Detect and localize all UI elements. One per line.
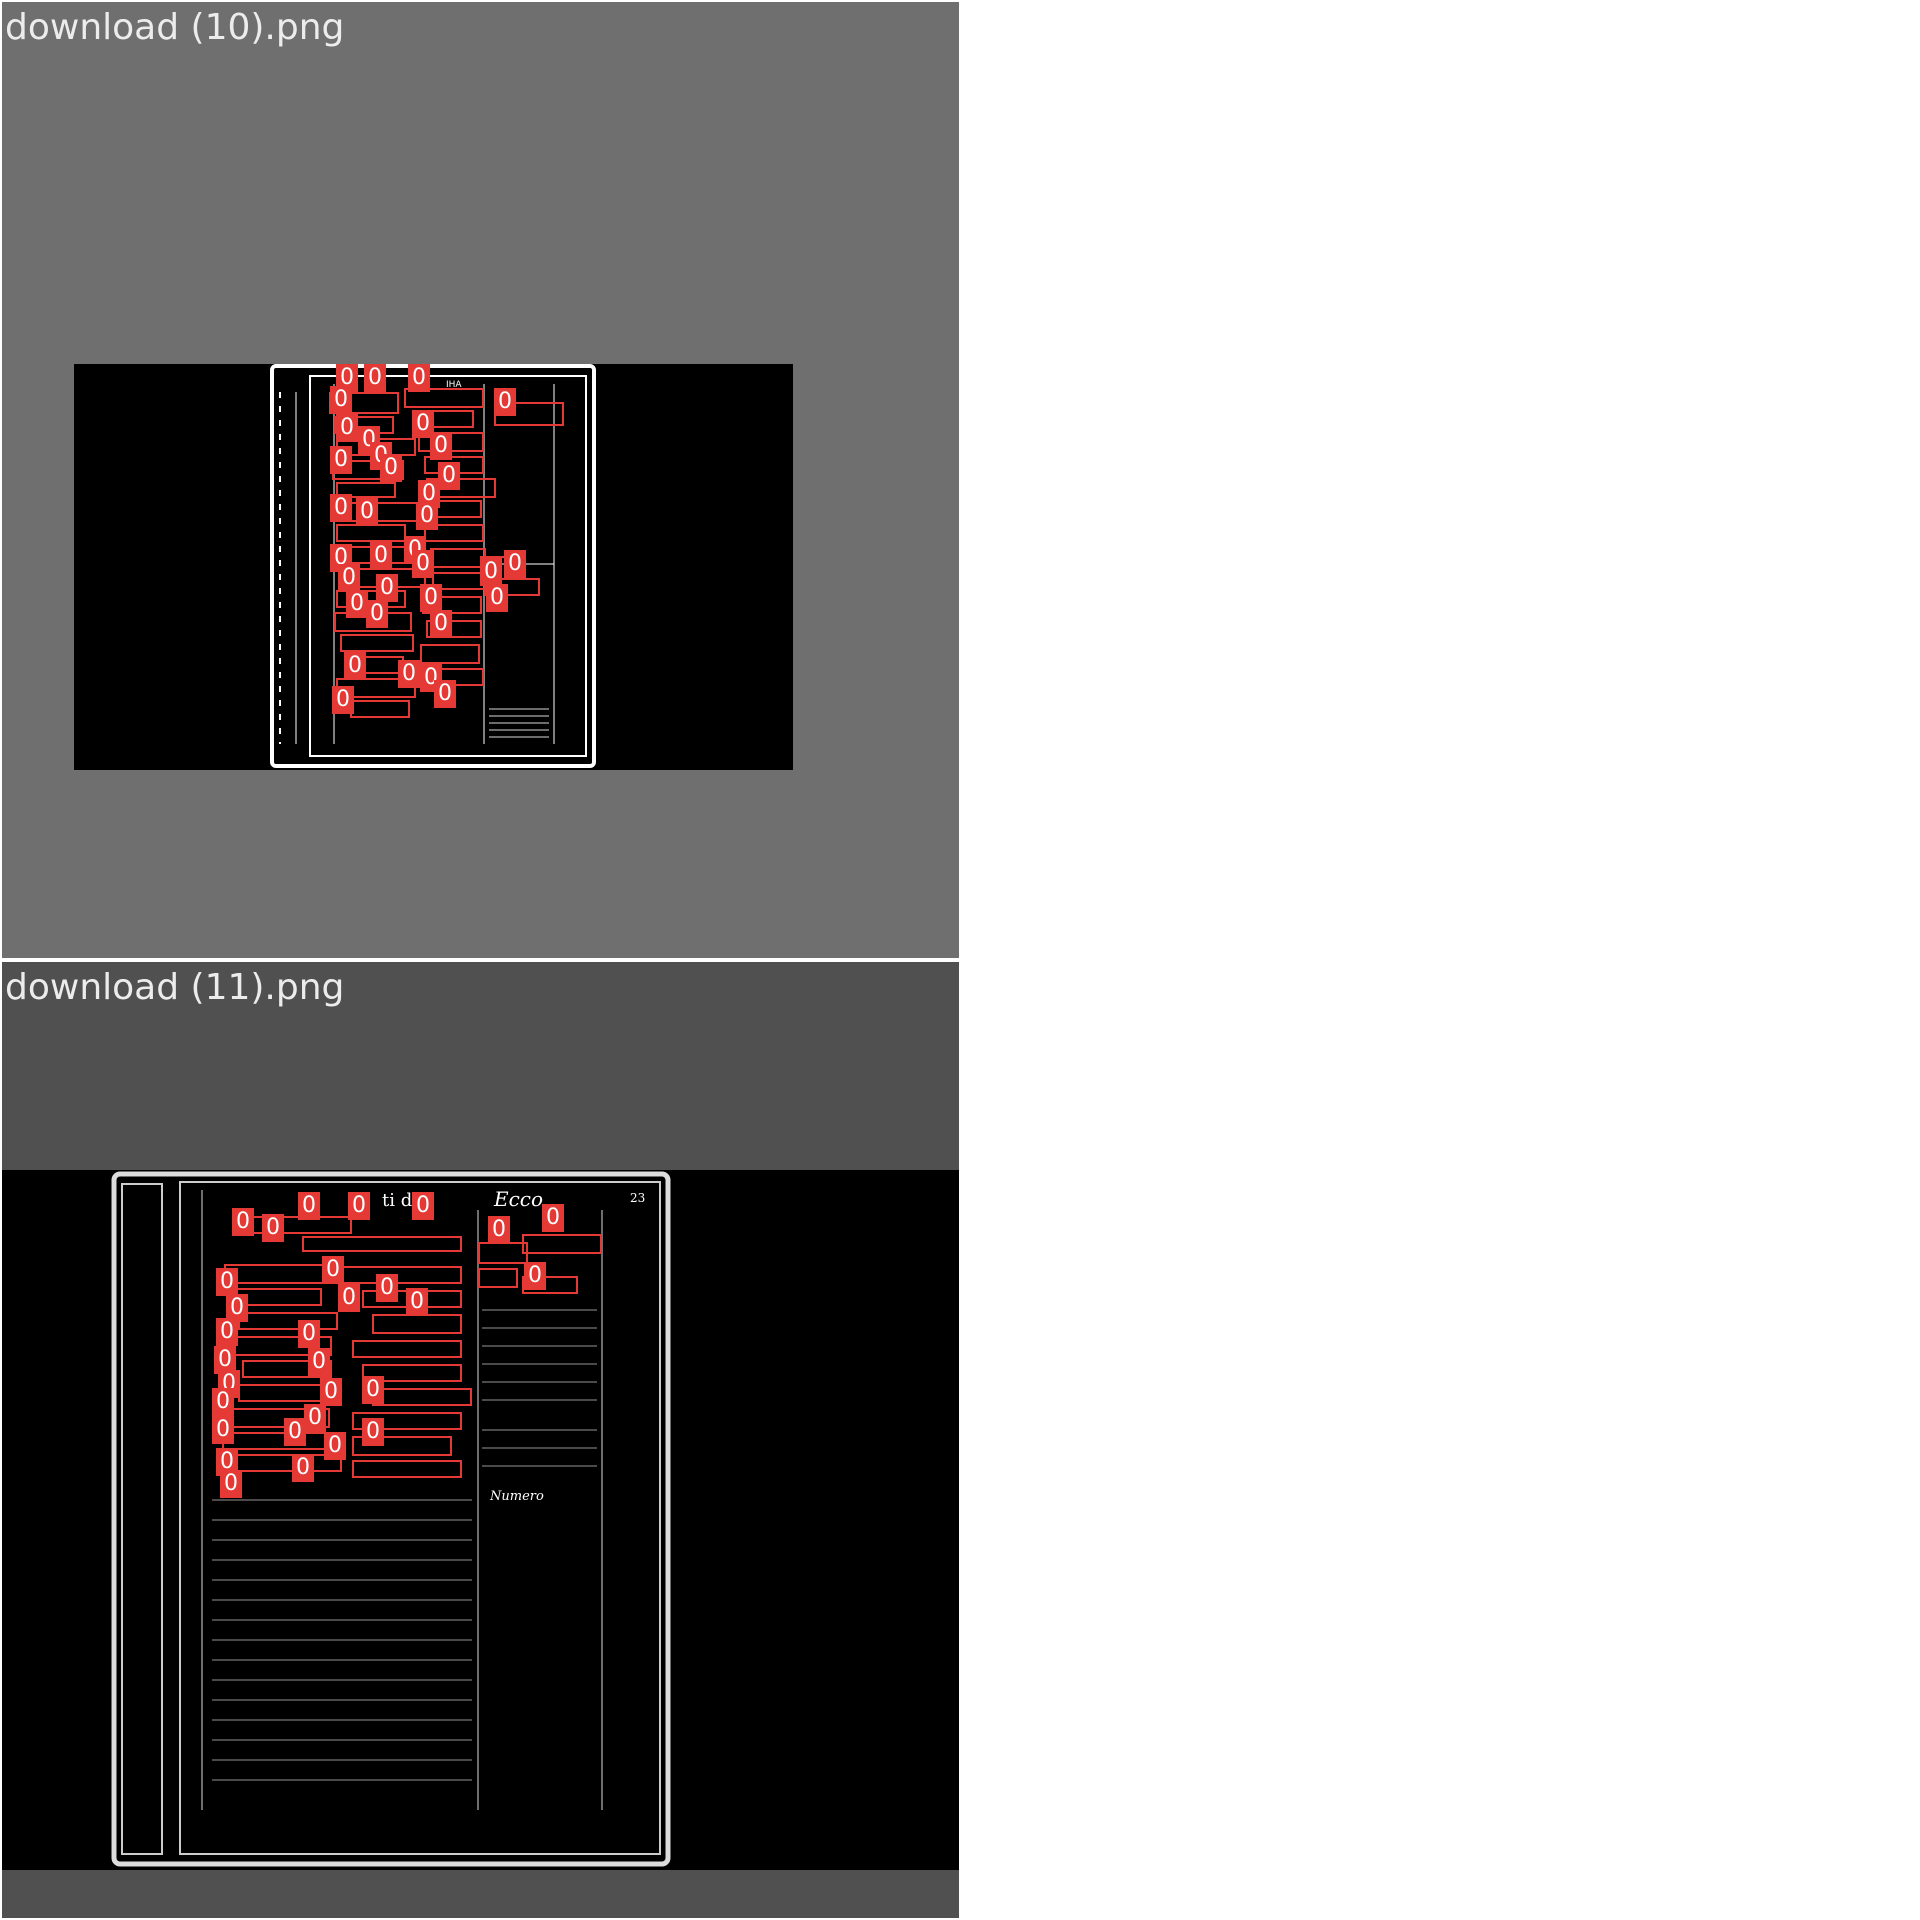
detection-box [336,524,406,542]
detection-class-label: 0 [338,564,360,592]
detection-box [420,644,480,664]
detection-class-label: 0 [488,1216,510,1244]
detection-class-label: 0 [480,558,502,586]
detection-class-label: 0 [362,1418,384,1446]
detection-class-label: 0 [504,550,526,578]
detection-class-label: 0 [284,1418,306,1446]
detection-class-label: 0 [366,600,388,628]
detection-class-label: 0 [438,462,460,490]
detection-class-label: 0 [330,386,352,414]
detection-class-label: 0 [364,364,386,392]
detection-class-label: 0 [330,494,352,522]
detection-class-label: 0 [330,446,352,474]
detection-box [238,1312,338,1330]
detection-box [302,1236,462,1252]
detection-class-label: 0 [398,660,420,688]
filename-label: download (11).png [5,967,345,1008]
detection-class-label: 0 [430,432,452,460]
detection-box [340,634,414,652]
detection-class-label: 0 [344,652,366,680]
detection-class-label: 0 [298,1320,320,1348]
detection-class-label: 0 [220,1470,242,1498]
detection-class-label: 0 [332,686,354,714]
detection-class-label: 0 [212,1416,234,1444]
detection-box [372,1388,472,1406]
detection-box [350,700,410,718]
detection-class-label: 0 [216,1268,238,1296]
detection-class-label: 0 [324,1432,346,1460]
detection-class-label: 0 [542,1204,564,1232]
detection-class-label: 0 [412,550,434,578]
image-tile-download-11[interactable]: download (11).png ti di Ecco 23 Numero 0… [2,962,959,1918]
detection-box [352,1340,462,1358]
detection-class-label: 0 [322,1256,344,1284]
detection-class-label: 0 [434,680,456,708]
detection-class-label: 0 [370,542,392,570]
detection-class-label: 0 [416,502,438,530]
detection-image: IHA 00000000000000000000000000000000000 [74,364,793,770]
detection-class-label: 0 [356,498,378,526]
detection-overlay: 000000000000000000000000000000 [2,1170,959,1870]
detection-class-label: 0 [336,414,358,442]
detection-class-label: 0 [304,1404,326,1432]
detection-class-label: 0 [524,1262,546,1290]
detection-box [478,1268,518,1288]
detection-box [430,548,486,568]
detection-class-label: 0 [338,1284,360,1312]
detection-class-label: 0 [292,1454,314,1482]
image-tile-download-10[interactable]: download (10).png IHA 000000000000000000… [2,2,959,958]
detection-box [222,1432,332,1450]
detection-class-label: 0 [408,364,430,392]
detection-class-label: 0 [380,454,402,482]
detection-box [478,1242,528,1264]
detection-class-label: 0 [420,584,442,612]
detection-class-label: 0 [262,1214,284,1242]
detection-class-label: 0 [412,1192,434,1220]
detection-class-label: 0 [232,1208,254,1236]
detection-box [342,1266,462,1284]
filename-label: download (10).png [5,7,345,48]
detection-class-label: 0 [494,388,516,416]
detection-overlay: 00000000000000000000000000000000000 [74,364,793,770]
detection-class-label: 0 [308,1348,330,1376]
detection-class-label: 0 [298,1192,320,1220]
detection-box [352,1460,462,1478]
detection-class-label: 0 [348,1192,370,1220]
detection-class-label: 0 [212,1388,234,1416]
detection-box [372,1314,462,1334]
detection-class-label: 0 [486,584,508,612]
detection-class-label: 0 [216,1318,238,1346]
detection-box [522,1234,602,1254]
detection-class-label: 0 [406,1288,428,1316]
detection-class-label: 0 [346,590,368,618]
detection-class-label: 0 [376,1274,398,1302]
detection-image: ti di Ecco 23 Numero 0000000000000000000… [2,1170,959,1870]
detection-class-label: 0 [430,610,452,638]
detection-class-label: 0 [376,574,398,602]
detection-class-label: 0 [362,1376,384,1404]
detection-box [342,502,418,522]
detection-class-label: 0 [320,1378,342,1406]
